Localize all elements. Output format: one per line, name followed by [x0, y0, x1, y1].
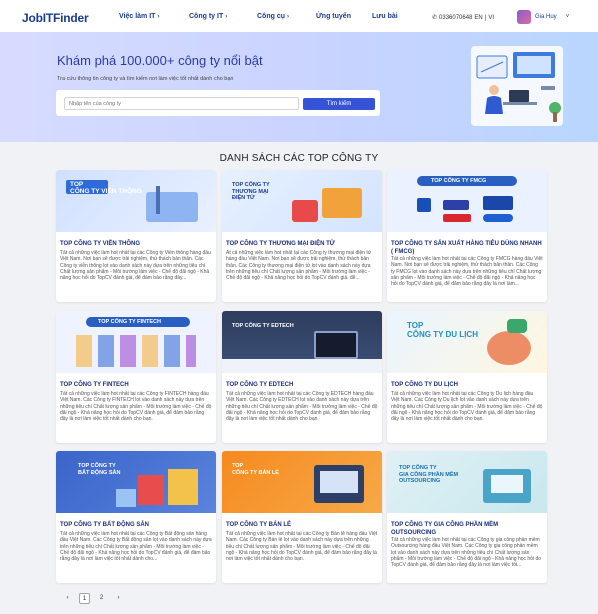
- office-illustration: [471, 46, 563, 126]
- company-card[interactable]: TOP CÔNG TY FINTECH TOP CÔNG TY FINTECH …: [56, 311, 216, 443]
- card-banner: TOP CÔNG TY FMCG: [387, 170, 547, 232]
- chevron-right-icon: ›: [287, 13, 289, 20]
- search-button[interactable]: Tìm kiếm: [303, 98, 375, 110]
- avatar: [517, 10, 531, 24]
- company-card[interactable]: TOP CÔNG TY FMCG TOP CÔNG TY SẢN XUẤT HÀ…: [387, 170, 547, 302]
- card-banner: TOP CÔNG TY VIỄN THÔNG: [56, 170, 216, 232]
- company-search-input[interactable]: [64, 97, 299, 110]
- card-description: Tất cả những việc làm hot nhất tại các C…: [60, 391, 212, 423]
- page-button-2[interactable]: 2: [96, 593, 107, 604]
- card-banner: TOP CÔNG TY EDTECH: [222, 311, 382, 373]
- card-title: TOP CÔNG TY SẢN XUẤT HÀNG TIÊU DÙNG NHAN…: [391, 241, 542, 255]
- page-button-1[interactable]: 1: [79, 593, 90, 604]
- nav-tools[interactable]: Công cụ ›: [257, 13, 289, 20]
- lang-vi[interactable]: VI: [488, 15, 494, 21]
- hero-banner: Khám phá 100.000+ công ty nổi bật Tra cứ…: [0, 32, 598, 142]
- chevron-right-icon: ›: [225, 13, 228, 20]
- card-description: Tất cả những việc làm hot nhất tại các C…: [391, 391, 543, 423]
- card-title: TOP CÔNG TY BÁN LẺ: [226, 522, 292, 528]
- card-title: TOP CÔNG TY THƯƠNG MẠI ĐIỆN TỬ: [226, 241, 335, 247]
- user-menu[interactable]: Gia Huy ˅: [517, 10, 569, 24]
- card-description: Tất cả những việc làm hot nhất tại các C…: [60, 531, 212, 563]
- next-page-button[interactable]: ›: [113, 593, 124, 604]
- company-card[interactable]: TOP CÔNG TY VIỄN THÔNG TOP CÔNG TY VIỄN …: [56, 170, 216, 302]
- card-description: Tất cả những việc làm hot nhất tại các C…: [391, 537, 542, 569]
- company-search-bar: Tìm kiếm: [56, 90, 380, 116]
- contact-info: ✆ 0336070648 EN | VI: [432, 14, 494, 22]
- company-card[interactable]: TOP CÔNG TY THƯƠNG MẠI ĐIỆN TỬ TOP CÔNG …: [222, 170, 382, 302]
- card-description: Tất cả những việc làm hot nhất tại các C…: [226, 531, 378, 563]
- top-header: JobITFinder Việc làm IT › Công ty IT › Côn…: [0, 0, 598, 36]
- card-title: TOP CÔNG TY DU LỊCH: [391, 382, 459, 388]
- card-banner: TOP CÔNG TY FINTECH: [56, 311, 216, 373]
- card-description: Ất cả những việc làm hot nhất tại các Cô…: [226, 250, 372, 282]
- nav-companies[interactable]: Công ty IT ›: [189, 13, 227, 20]
- company-card[interactable]: TOP CÔNG TY GIA CÔNG PHẦN MỀM OUTSOURCIN…: [387, 451, 547, 583]
- card-banner: TOP CÔNG TY BÁN LẺ: [222, 451, 382, 513]
- phone-icon: ✆: [432, 15, 438, 21]
- chevron-down-icon: ˅: [565, 14, 570, 20]
- hero-subtitle: Tra cứu thông tin công ty và tìm kiếm nơ…: [57, 76, 234, 82]
- card-description: Tất cả những việc làm hot nhất tại các C…: [391, 256, 543, 288]
- hero-title: Khám phá 100.000+ công ty nổi bật: [57, 53, 263, 68]
- pagination: ‹ 1 2 ›: [62, 593, 124, 604]
- section-title: DANH SÁCH CÁC TOP CÔNG TY: [219, 153, 379, 164]
- site-logo[interactable]: JobITFinder: [22, 11, 89, 25]
- company-card[interactable]: TOP CÔNG TY BÁN LẺ TOP CÔNG TY BÁN LẺ Tấ…: [222, 451, 382, 583]
- lang-separator: |: [484, 14, 487, 21]
- lang-en[interactable]: EN: [474, 15, 482, 21]
- card-banner: TOP CÔNG TY THƯƠNG MẠI ĐIỆN TỬ: [222, 170, 382, 232]
- company-card[interactable]: TOP CÔNG TY BẤT ĐỘNG SẢN TOP CÔNG TY BẤT…: [56, 451, 216, 583]
- card-description: Tất cả những việc làm hot nhất tại các C…: [60, 250, 211, 282]
- card-title: TOP CÔNG TY FINTECH: [60, 382, 129, 388]
- prev-page-button[interactable]: ‹: [62, 593, 73, 604]
- card-description: Tất cả những việc làm hot nhất tại các C…: [226, 391, 378, 423]
- user-name: Gia Huy: [535, 14, 557, 20]
- card-banner: TOP CÔNG TY BẤT ĐỘNG SẢN: [56, 451, 216, 513]
- card-title: TOP CÔNG TY EDTECH: [226, 382, 294, 388]
- nav-saved[interactable]: Lưu bài: [372, 13, 398, 20]
- nav-apply[interactable]: Ứng tuyển: [316, 13, 351, 20]
- card-banner: TOP CÔNG TY DU LỊCH: [387, 311, 547, 373]
- nav-jobs[interactable]: Việc làm IT ›: [119, 13, 159, 20]
- company-card[interactable]: TOP CÔNG TY EDTECH TOP CÔNG TY EDTECH Tấ…: [222, 311, 382, 443]
- chevron-right-icon: ›: [157, 13, 160, 20]
- card-title: TOP CÔNG TY GIA CÔNG PHẦN MỀM OUTSOURCIN…: [391, 522, 499, 536]
- card-banner: TOP CÔNG TY GIA CÔNG PHẦN MỀM OUTSOURCIN…: [387, 451, 547, 513]
- card-title: TOP CÔNG TY VIỄN THÔNG: [60, 241, 141, 247]
- phone-number: 0336070648: [439, 14, 473, 21]
- company-card[interactable]: TOP CÔNG TY DU LỊCH TOP CÔNG TY DU LỊCH …: [387, 311, 547, 443]
- card-title: TOP CÔNG TY BẤT ĐỘNG SẢN: [60, 522, 150, 528]
